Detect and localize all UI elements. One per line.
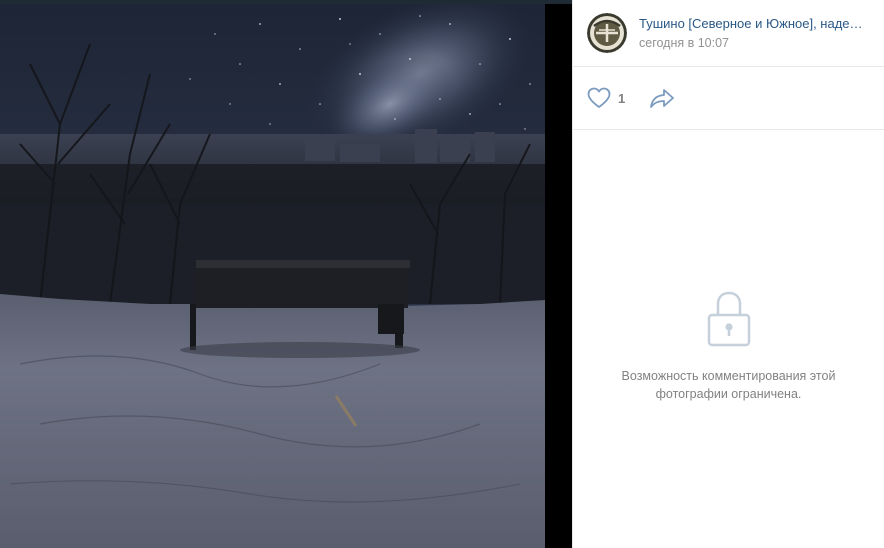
author-name-link[interactable]: Тушино [Северное и Южное], наде…	[639, 15, 869, 33]
share-button[interactable]	[649, 88, 675, 108]
share-arrow-icon	[650, 89, 675, 108]
lock-icon	[706, 288, 752, 353]
comments-locked-message: Возможность комментирования этой фотогра…	[621, 369, 836, 401]
tushino-emblem-icon	[587, 13, 627, 53]
heart-icon	[587, 87, 611, 108]
author-block: Тушино [Северное и Южное], наде… сегодня…	[573, 0, 884, 67]
post-actions: 1	[573, 67, 884, 130]
photo-night-bench[interactable]	[0, 4, 545, 548]
comments-locked: Возможность комментирования этой фотогра…	[573, 288, 884, 403]
post-time[interactable]: сегодня в 10:07	[639, 34, 869, 52]
author-text: Тушино [Северное и Южное], наде… сегодня…	[639, 15, 869, 52]
photo-viewer: Тушино [Северное и Южное], наде… сегодня…	[0, 0, 884, 548]
photo-area	[0, 0, 572, 548]
photo-image	[0, 4, 545, 548]
post-side-panel: Тушино [Северное и Южное], наде… сегодня…	[572, 0, 884, 548]
like-button[interactable]: 1	[587, 87, 625, 109]
like-count: 1	[618, 90, 626, 106]
community-avatar[interactable]	[587, 13, 627, 53]
